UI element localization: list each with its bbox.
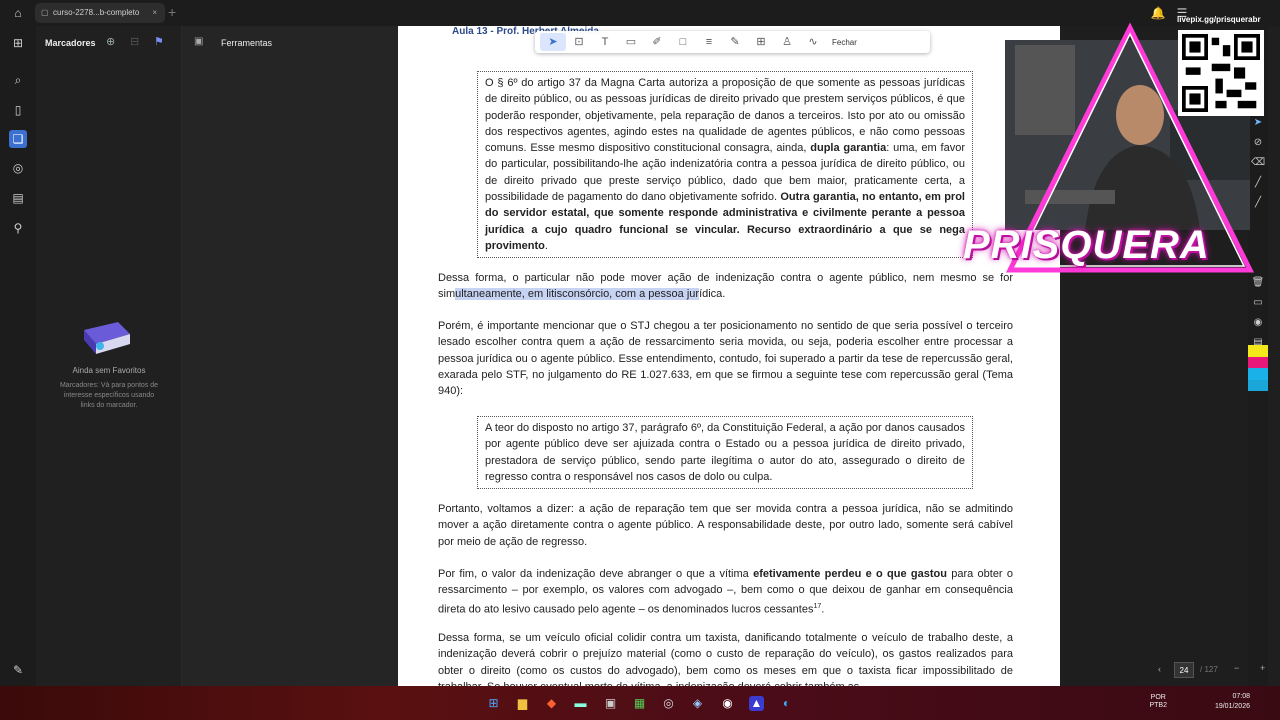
p4-pre: Por fim, o valor da indenização deve abr… [438,568,754,580]
paragraph-2: Porém, é importante mencionar que o STJ … [438,320,1013,398]
p4-end: . [821,603,825,616]
brave-icon[interactable]: ◆ [544,696,559,711]
app-icon[interactable]: ▣ [603,696,618,711]
page-navigator: ‹ 24 / 127 − + [1154,662,1274,680]
sign-icon[interactable]: ✎ [9,661,27,679]
empty-title: Ainda sem Favoritos [72,366,146,375]
tools-panel: ▣ Ferramentas [182,26,398,686]
highlight-icon[interactable]: ✐ [644,33,670,51]
bookmark-icon[interactable]: ❏ [9,130,27,148]
bookmarks-panel: Marcadores ⊕ ⊟ ⚑ Ainda sem Favoritos Marca… [36,26,251,689]
taskbar: ⊞ ▆ ◆ ▬ ▣ ▦ ◎ ◈ ◉ ▲ ◐ POR PTB2 07:08 19/… [0,686,1280,720]
zoom-out-icon[interactable]: − [1234,663,1239,673]
app3-icon[interactable]: ◉ [720,696,735,711]
lang-primary: POR [1150,694,1166,701]
obs-icon[interactable]: ◎ [661,696,676,711]
delete-bookmark-icon[interactable]: ⊟ [130,35,154,48]
p4-bold: efetivamente perdeu e o que gastou [753,568,947,580]
folder-icon[interactable]: ▆ [515,696,530,711]
layers-icon[interactable]: ▤ [9,189,27,207]
box1-bold-1: dupla garantia [810,142,887,155]
pdf-page: Aula 13 - Prof. Herbert Almeida O § 6º d… [398,26,1060,686]
close-tab-icon[interactable]: × [152,3,157,23]
grid-icon[interactable]: ⊞ [9,34,27,52]
brand-logo: PRISQUERA [963,223,1210,267]
paragraph-1: Dessa forma, o particular não pode mover… [438,270,1013,303]
text-tool-icon[interactable]: T [592,33,618,51]
terminal-icon[interactable]: ▬ [573,696,588,711]
tab-title: curso-2278...b-completo [53,8,140,17]
app2-icon[interactable]: ◈ [690,696,705,711]
bell-icon[interactable]: 🔔 [1150,5,1166,21]
empty-description: Marcadores: Vá para pontos de interesse … [59,382,159,409]
attachment-icon[interactable]: ⚲ [9,219,27,237]
pdf-app-icon[interactable]: ▲ [749,696,764,711]
livepix-handle: livepix.gg/prisquerabr [1177,15,1261,24]
select-tool-icon[interactable]: ➤ [540,33,566,51]
paragraph-4: Por fim, o valor da indenização deve abr… [438,566,1013,618]
box1-end: . [544,239,548,252]
pin-icon[interactable]: ⚑ [154,35,178,48]
selected-text[interactable]: ultaneamente, em litisconsórcio, com a p… [455,288,700,301]
close-toolbar-button[interactable]: Fechar [832,38,857,47]
tools-title[interactable]: Ferramentas [221,38,272,48]
language-indicator[interactable]: POR PTB2 [1149,694,1167,710]
annotation-toolbar: ➤ ⊡ T ▭ ✐ □ ≡ ✎ ⊞ ♙ ∿ Fechar [535,31,930,53]
home-icon[interactable]: ⌂ [10,5,26,21]
screen-icon[interactable]: ▭ [1251,296,1265,310]
camera-icon[interactable]: ◉ [1251,316,1265,330]
pen-icon[interactable]: ✎ [722,33,748,51]
new-tab-icon[interactable]: + [168,4,176,20]
stamp-icon[interactable]: ⊞ [748,33,774,51]
strikethrough-icon[interactable]: ≡ [696,33,722,51]
lang-secondary: PTB2 [1149,702,1167,709]
paragraph-3: Portanto, voltamos a dizer: a ação de re… [438,503,1013,548]
prev-page-icon[interactable]: ‹ [1158,664,1161,674]
bookmark-tools: ⊕ ⊟ ⚑ [106,35,178,48]
clock-time: 07:08 [1232,693,1250,700]
clock[interactable]: 07:08 19/01/2026 [1215,692,1250,712]
document-tab[interactable]: ▢ curso-2278...b-completo × [35,3,165,23]
search-icon[interactable]: ⌕ [9,71,27,89]
comments-icon[interactable]: ◎ [9,159,27,177]
page-number-input[interactable]: 24 [1174,662,1194,678]
text-select-icon[interactable]: ⊡ [566,33,592,51]
zoom-in-icon[interactable]: + [1260,663,1265,673]
paragraph-5: Dessa forma, se um veículo oficial colid… [438,632,1013,686]
windows-start-icon[interactable]: ⊞ [486,696,501,711]
empty-bookmarks-icon [84,322,130,354]
clock-date: 19/01/2026 [1214,703,1250,710]
edge-icon[interactable]: ◐ [779,696,794,711]
pages-icon[interactable]: ▯ [9,101,27,119]
quote-box-1: O § 6º do artigo 37 da Magna Carta autor… [477,71,973,259]
sheets-icon[interactable]: ▦ [632,696,647,711]
document-icon: ▢ [41,8,49,17]
bookmarks-title: Marcadores [45,38,96,48]
qr-code [1178,30,1264,116]
tools-icon: ▣ [194,36,204,47]
color-swatches[interactable] [1248,345,1268,391]
stamp2-icon[interactable]: ♙ [774,33,800,51]
shape-icon[interactable]: □ [670,33,696,51]
quote-box-2: A teor do disposto no artigo 37, parágra… [477,416,973,490]
left-rail: ⊞ ⌕ ▯ ❏ ◎ ▤ ⚲ ✎ [0,26,36,686]
page-total: / 127 [1200,665,1218,674]
add-bookmark-icon[interactable]: ⊕ [106,35,130,48]
comment-icon[interactable]: ▭ [618,33,644,51]
p1-post: ídica. [699,288,726,301]
signature-icon[interactable]: ∿ [800,33,826,51]
